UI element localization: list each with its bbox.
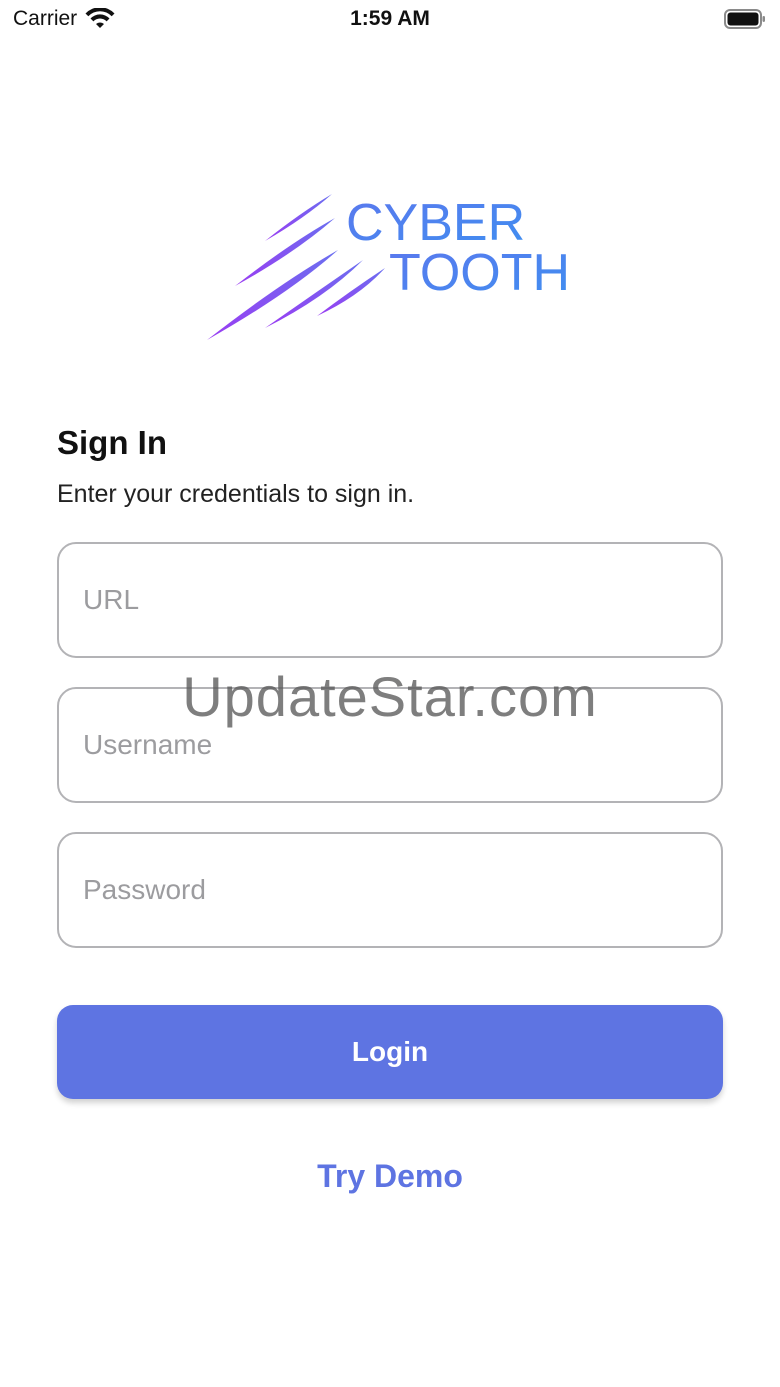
username-input[interactable]: [81, 728, 721, 762]
page-subtitle: Enter your credentials to sign in.: [57, 480, 415, 508]
status-time: 1:59 AM: [350, 7, 430, 30]
battery-icon: [724, 9, 765, 29]
username-field[interactable]: [57, 687, 723, 803]
login-button[interactable]: Login: [57, 1005, 723, 1099]
password-input[interactable]: [81, 873, 721, 907]
cybertooth-logo: CYBER TOOTH: [205, 188, 575, 346]
url-input[interactable]: [81, 583, 721, 617]
page-title: Sign In: [57, 424, 167, 461]
try-demo-link[interactable]: Try Demo: [0, 1158, 780, 1195]
logo-word-tooth: TOOTH: [389, 244, 570, 302]
status-bar: Carrier 1:59 AM: [0, 0, 780, 40]
url-field[interactable]: [57, 542, 723, 658]
password-field[interactable]: [57, 832, 723, 948]
